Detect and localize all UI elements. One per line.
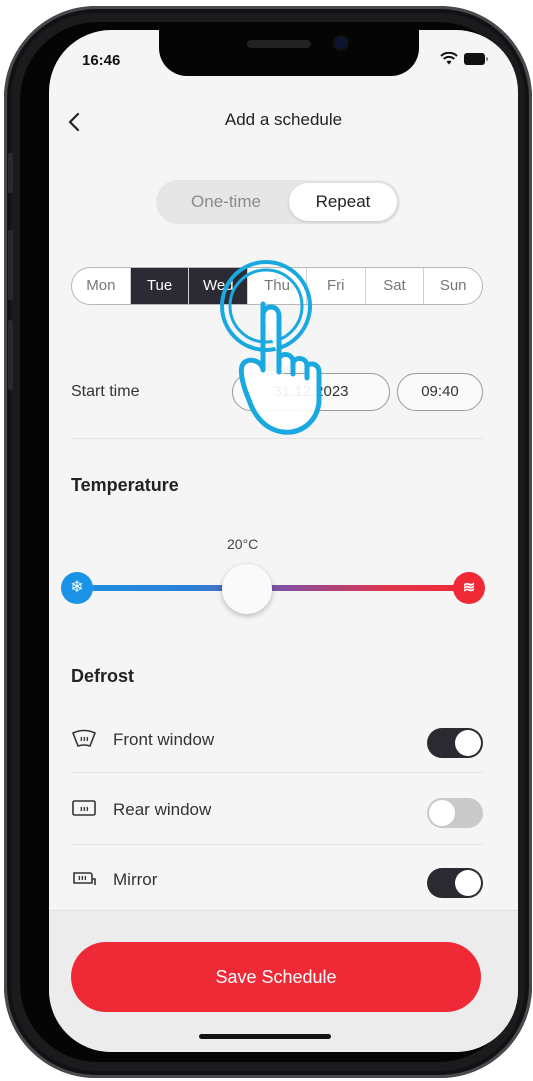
save-schedule-button[interactable]: Save Schedule <box>71 942 481 1012</box>
rear-window-defrost-icon <box>72 800 96 816</box>
toggle-knob <box>429 800 455 826</box>
start-time-field[interactable]: 09:40 <box>397 373 483 411</box>
day-mon[interactable]: Mon <box>72 268 131 304</box>
toggle-knob <box>455 870 481 896</box>
defrost-row-mirror: Mirror <box>71 856 483 904</box>
mute-switch <box>8 153 13 193</box>
mirror-label: Mirror <box>113 870 158 889</box>
snowflake-icon: ❄ <box>61 572 93 604</box>
wifi-icon <box>440 52 458 65</box>
day-tue[interactable]: Tue <box>130 268 190 304</box>
heat-waves-icon: ≋ <box>453 572 485 604</box>
front-camera <box>335 37 347 49</box>
temperature-title: Temperature <box>71 475 179 495</box>
divider <box>71 772 483 773</box>
temperature-slider-thumb[interactable] <box>222 564 272 614</box>
page-title: Add a schedule <box>224 110 343 129</box>
defrost-row-front: Front window <box>71 716 483 764</box>
day-sun[interactable]: Sun <box>424 268 482 304</box>
volume-down-button <box>8 320 13 390</box>
volume-up-button <box>8 230 13 300</box>
speaker-grille <box>247 40 311 48</box>
temperature-value: 20°C <box>227 536 259 552</box>
home-indicator <box>199 1034 331 1039</box>
rear-window-toggle[interactable] <box>427 798 483 828</box>
repeat-option[interactable]: Repeat <box>289 183 397 221</box>
schedule-type-segmented-control: One-time Repeat <box>156 180 400 224</box>
divider <box>71 844 483 845</box>
rear-window-label: Rear window <box>113 800 212 819</box>
status-icons <box>440 52 488 65</box>
tap-hand-icon <box>220 260 322 435</box>
temperature-slider-track[interactable] <box>77 585 467 591</box>
defrost-row-rear: Rear window <box>71 786 483 834</box>
defrost-title: Defrost <box>71 666 135 686</box>
status-time: 16:46 <box>82 52 121 69</box>
start-time-label: Start time <box>71 383 140 400</box>
front-window-defrost-icon <box>72 729 96 747</box>
front-window-toggle[interactable] <box>427 728 483 758</box>
mirror-toggle[interactable] <box>427 868 483 898</box>
day-sat[interactable]: Sat <box>366 268 425 304</box>
front-window-label: Front window <box>113 730 215 749</box>
battery-icon <box>464 52 488 65</box>
toggle-knob <box>455 730 481 756</box>
mirror-defrost-icon <box>73 872 96 885</box>
notch <box>159 30 419 76</box>
app-screen: 16:46 Add a schedule One-time Repeat Mon… <box>49 30 518 1052</box>
one-time-option[interactable]: One-time <box>164 183 288 221</box>
